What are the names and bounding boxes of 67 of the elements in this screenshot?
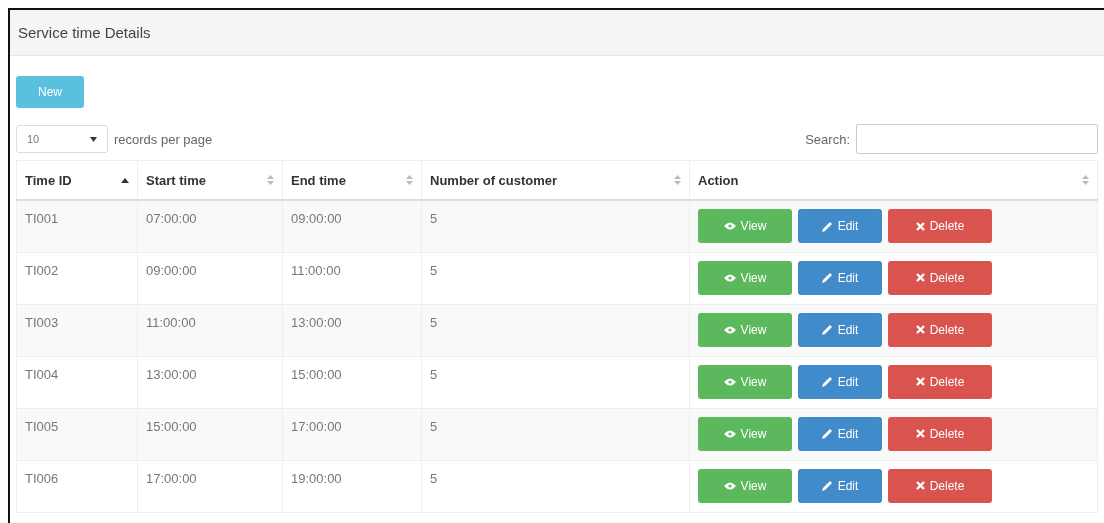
view-button[interactable]: View bbox=[698, 209, 792, 243]
edit-button[interactable]: Edit bbox=[798, 416, 882, 451]
delete-button[interactable]: Delete bbox=[888, 312, 992, 347]
table-cell: 13:00:00 bbox=[137, 356, 283, 408]
edit-button[interactable]: Edit bbox=[798, 364, 882, 399]
pencil-icon bbox=[821, 480, 833, 491]
delete-button[interactable]: Delete bbox=[888, 260, 992, 295]
cross-icon bbox=[915, 429, 925, 438]
cross-icon bbox=[915, 481, 925, 490]
table-cell: 5 bbox=[421, 200, 690, 252]
delete-button[interactable]: Delete bbox=[888, 416, 992, 451]
table-cell: 15:00:00 bbox=[282, 356, 422, 408]
edit-button[interactable]: Edit bbox=[798, 209, 882, 243]
table-cell: 5 bbox=[421, 252, 690, 304]
table-cell: 17:00:00 bbox=[137, 460, 283, 512]
new-button[interactable]: New bbox=[16, 76, 84, 108]
table-cell: 5 bbox=[421, 304, 690, 356]
table-cell: TI004 bbox=[16, 356, 138, 408]
view-button[interactable]: View bbox=[698, 468, 792, 503]
table-cell: TI005 bbox=[16, 408, 138, 460]
view-button[interactable]: View bbox=[698, 312, 792, 347]
cross-icon bbox=[915, 377, 925, 386]
table-cell: 5 bbox=[421, 460, 690, 512]
page-size-select[interactable]: 10 bbox=[16, 125, 108, 153]
eye-icon bbox=[723, 481, 736, 490]
table-cell: TI006 bbox=[16, 460, 138, 512]
pencil-icon bbox=[821, 220, 833, 232]
cross-icon bbox=[915, 325, 925, 334]
pencil-icon bbox=[821, 376, 833, 387]
table-cell: TI002 bbox=[16, 252, 138, 304]
pencil-icon bbox=[821, 324, 833, 335]
table-cell: 19:00:00 bbox=[282, 460, 422, 512]
table-cell: 5 bbox=[421, 356, 690, 408]
edit-button[interactable]: Edit bbox=[798, 312, 882, 347]
search-label: Search: bbox=[805, 131, 850, 147]
pencil-icon bbox=[821, 428, 833, 439]
records-per-page-label: records per page bbox=[114, 131, 213, 147]
table-cell: 17:00:00 bbox=[282, 408, 422, 460]
view-button[interactable]: View bbox=[698, 364, 792, 399]
table-cell: TI003 bbox=[16, 304, 138, 356]
delete-button[interactable]: Delete bbox=[888, 209, 992, 243]
table-cell: 09:00:00 bbox=[282, 200, 422, 252]
table-cell: 5 bbox=[421, 408, 690, 460]
table-cell: TI001 bbox=[16, 200, 138, 252]
edit-button[interactable]: Edit bbox=[798, 260, 882, 295]
delete-button[interactable]: Delete bbox=[888, 468, 992, 503]
search-field[interactable] bbox=[856, 124, 1098, 154]
table-cell: 11:00:00 bbox=[282, 252, 422, 304]
eye-icon bbox=[723, 377, 736, 386]
table-cell: 15:00:00 bbox=[137, 408, 283, 460]
pencil-icon bbox=[821, 272, 833, 283]
table-cell: 09:00:00 bbox=[137, 252, 283, 304]
view-button[interactable]: View bbox=[698, 260, 792, 295]
cross-icon bbox=[915, 221, 925, 231]
caret-icon bbox=[90, 136, 97, 142]
eye-icon bbox=[723, 429, 736, 438]
eye-icon bbox=[723, 273, 736, 282]
eye-icon bbox=[723, 222, 736, 230]
edit-button[interactable]: Edit bbox=[798, 468, 882, 503]
panel-title: Service time Details bbox=[18, 24, 151, 41]
table-cell: 13:00:00 bbox=[282, 304, 422, 356]
delete-button[interactable]: Delete bbox=[888, 364, 992, 399]
eye-icon bbox=[723, 325, 736, 334]
table-cell: 11:00:00 bbox=[137, 304, 283, 356]
cross-icon bbox=[915, 273, 925, 282]
view-button[interactable]: View bbox=[698, 416, 792, 451]
table-cell: 07:00:00 bbox=[137, 200, 283, 252]
